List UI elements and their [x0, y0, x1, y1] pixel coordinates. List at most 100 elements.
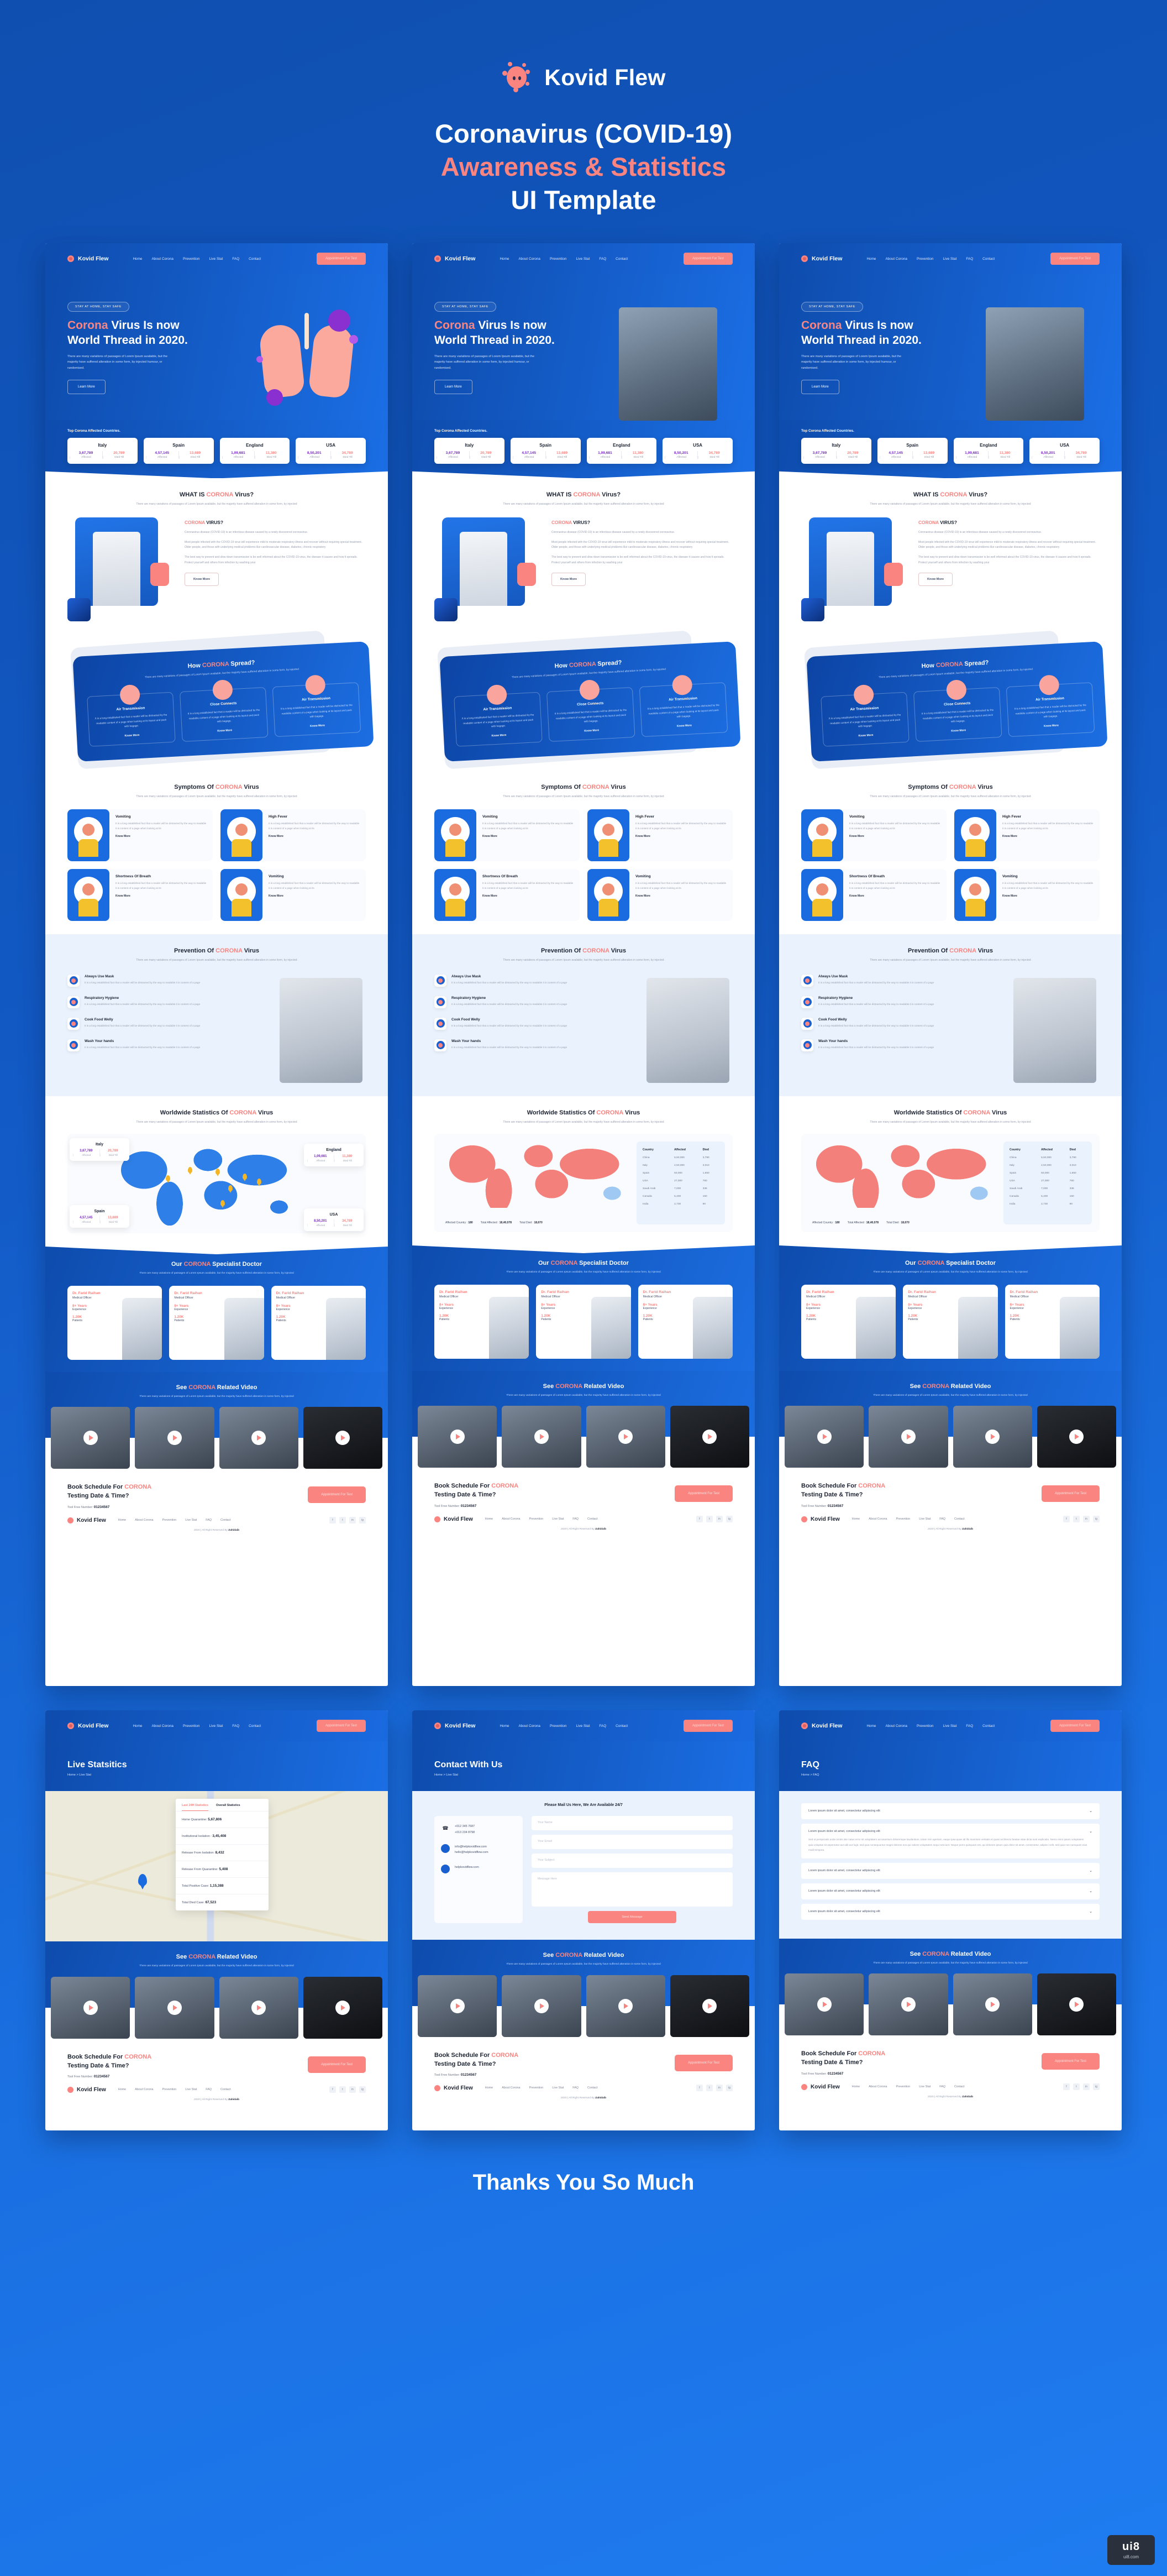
prevention-item[interactable]: Wash Your hands It is a long established…	[67, 1039, 206, 1051]
video-thumbnail[interactable]	[586, 1975, 665, 2037]
social-icon[interactable]: t	[1073, 2083, 1080, 2091]
world-stat-card[interactable]: England 1,09,681 Affected 11,380 Died Ti…	[304, 1144, 364, 1167]
doctor-card[interactable]: Dr. Farid Raihan Medical Officer 8+ Year…	[271, 1286, 366, 1360]
site-logo[interactable]: Kovid Flew	[801, 255, 842, 263]
footer-logo[interactable]: Kovid Flew	[434, 2085, 473, 2091]
symptom-card[interactable]: Vomiting It is a long established fact t…	[801, 809, 947, 862]
footer-nav-item[interactable]: Home	[118, 1519, 126, 1522]
doctor-card[interactable]: Dr. Farid Raihan Medical Officer 8+ Year…	[1005, 1285, 1100, 1359]
play-icon[interactable]	[534, 1430, 549, 1444]
video-thumbnail[interactable]	[135, 1976, 214, 2039]
play-icon[interactable]	[335, 2000, 350, 2015]
nav-item[interactable]: Live Stat	[943, 1724, 957, 1728]
video-thumbnail[interactable]	[1037, 1406, 1116, 1468]
nav-item[interactable]: Prevention	[550, 257, 567, 261]
social-icon[interactable]: t	[339, 1517, 346, 1524]
footer-nav-item[interactable]: Live Stat	[552, 1517, 564, 1521]
symptom-card[interactable]: Vomiting It is a long established fact t…	[220, 869, 366, 922]
social-icon[interactable]: in	[1083, 1516, 1090, 1523]
video-thumbnail[interactable]	[953, 1973, 1032, 2036]
video-thumbnail[interactable]	[869, 1973, 948, 2036]
spread-card[interactable]: Air Transmission It is a long establishe…	[821, 684, 910, 747]
nav-item[interactable]: About Corona	[519, 1724, 540, 1728]
footer-nav-item[interactable]: Contact	[587, 1517, 598, 1521]
know-more-link[interactable]: Know More	[635, 835, 727, 838]
footer-nav-item[interactable]: Home	[485, 1517, 493, 1521]
send-message-button[interactable]: Send Message	[588, 1911, 676, 1924]
chevron-down-icon[interactable]: ⌄	[1089, 1830, 1092, 1834]
video-thumbnail[interactable]	[785, 1406, 864, 1468]
video-thumbnail[interactable]	[418, 1975, 497, 2037]
symptom-card[interactable]: Vomiting It is a long established fact t…	[954, 869, 1100, 922]
know-more-button[interactable]: Know More	[918, 572, 953, 586]
video-thumbnail[interactable]	[869, 1406, 948, 1468]
country-stat-card[interactable]: Spain 4,57,145 Affected 13,689 Died Till	[877, 438, 948, 464]
spread-card[interactable]: Air Transmission It is a long establishe…	[87, 684, 176, 747]
know-more-link[interactable]: Know More	[462, 732, 536, 739]
spread-card[interactable]: Air Transmission It is a long establishe…	[639, 674, 728, 737]
footer-logo[interactable]: Kovid Flew	[67, 2086, 106, 2093]
doctor-card[interactable]: Dr. Farid Raihan Medical Officer 8+ Year…	[67, 1286, 162, 1360]
footer-nav-item[interactable]: FAQ	[572, 2086, 579, 2090]
footer-nav-item[interactable]: Live Stat	[919, 2085, 931, 2088]
footer-nav-item[interactable]: FAQ	[572, 1517, 579, 1521]
nav-item[interactable]: Home	[866, 257, 876, 261]
prevention-item[interactable]: Respiratory Hygiene It is a long establi…	[67, 996, 206, 1008]
play-icon[interactable]	[702, 1430, 717, 1444]
footer-nav-item[interactable]: FAQ	[206, 2088, 212, 2091]
social-icon[interactable]: ig	[726, 2085, 733, 2092]
nav-item[interactable]: Contact	[249, 257, 261, 261]
symptom-card[interactable]: Vomiting It is a long established fact t…	[434, 809, 580, 862]
appointment-button[interactable]: Appointment For Test	[317, 253, 366, 265]
symptom-card[interactable]: High Fever It is a long established fact…	[954, 809, 1100, 862]
know-more-button[interactable]: Know More	[551, 572, 586, 586]
doctor-card[interactable]: Dr. Farid Raihan Medical Officer 8+ Year…	[903, 1285, 998, 1359]
prevention-item[interactable]: Cook Food Welly It is a long established…	[67, 1017, 206, 1030]
nav-item[interactable]: About Corona	[886, 257, 907, 261]
symptom-card[interactable]: High Fever It is a long established fact…	[220, 809, 366, 862]
nav-item[interactable]: Contact	[982, 257, 995, 261]
prevention-item[interactable]: Wash Your hands It is a long established…	[434, 1039, 572, 1051]
chevron-down-icon[interactable]: ⌄	[1089, 1869, 1092, 1873]
site-logo[interactable]: Kovid Flew	[67, 1722, 108, 1730]
know-more-link[interactable]: Know More	[482, 894, 574, 898]
know-more-button[interactable]: Know More	[185, 572, 219, 586]
play-icon[interactable]	[167, 2000, 182, 2015]
appointment-button[interactable]: Appointment For Test	[308, 2056, 366, 2073]
play-icon[interactable]	[251, 1431, 266, 1446]
nav-item[interactable]: Live Stat	[576, 257, 590, 261]
social-icon[interactable]: ig	[359, 2086, 366, 2093]
prevention-item[interactable]: Respiratory Hygiene It is a long establi…	[801, 996, 939, 1008]
know-more-link[interactable]: Know More	[849, 835, 941, 838]
play-icon[interactable]	[901, 1430, 916, 1444]
video-thumbnail[interactable]	[51, 1976, 130, 2039]
spread-card[interactable]: Close Connects It is a long established …	[179, 679, 269, 742]
nav-item[interactable]: FAQ	[599, 257, 606, 261]
play-icon[interactable]	[817, 1997, 832, 2012]
live-map[interactable]: Last 24H Statistics Overall Statistics H…	[45, 1791, 388, 1942]
appointment-button[interactable]: Appointment For Test	[684, 253, 733, 265]
video-thumbnail[interactable]	[785, 1973, 864, 2036]
social-icon[interactable]: f	[1063, 2083, 1070, 2091]
nav-item[interactable]: Prevention	[917, 1724, 934, 1728]
social-icon[interactable]: f	[696, 2085, 703, 2092]
mockup-live-stats[interactable]: Kovid Flew Home About Corona Prevention Liv…	[45, 1710, 388, 2131]
prevention-item[interactable]: Cook Food Welly It is a long established…	[801, 1017, 939, 1030]
faq-item[interactable]: Lorem ipsum dolor sit amet, consectetur …	[801, 1824, 1100, 1859]
mockup-faq[interactable]: Kovid Flew Home About Corona Prevention Liv…	[779, 1710, 1122, 2131]
play-icon[interactable]	[618, 1998, 633, 2013]
mockup-home-variant-3[interactable]: Kovid Flew Home About Corona Prevention Liv…	[779, 243, 1122, 1687]
footer-nav-item[interactable]: Contact	[587, 2086, 598, 2090]
learn-more-button[interactable]: Learn More	[801, 380, 839, 394]
nav-item[interactable]: Live Stat	[209, 257, 223, 261]
play-icon[interactable]	[167, 1431, 182, 1446]
text-field[interactable]: Your Subject	[532, 1854, 733, 1868]
video-thumbnail[interactable]	[219, 1976, 298, 2039]
site-logo[interactable]: Kovid Flew	[434, 1722, 475, 1730]
nav-item[interactable]: Live Stat	[943, 257, 957, 261]
play-icon[interactable]	[83, 2000, 98, 2015]
phone-number[interactable]: +012 345 7687	[455, 1824, 475, 1829]
footer-nav-item[interactable]: About Corona	[869, 1517, 887, 1521]
play-icon[interactable]	[901, 1997, 916, 2012]
video-thumbnail[interactable]	[502, 1406, 581, 1468]
